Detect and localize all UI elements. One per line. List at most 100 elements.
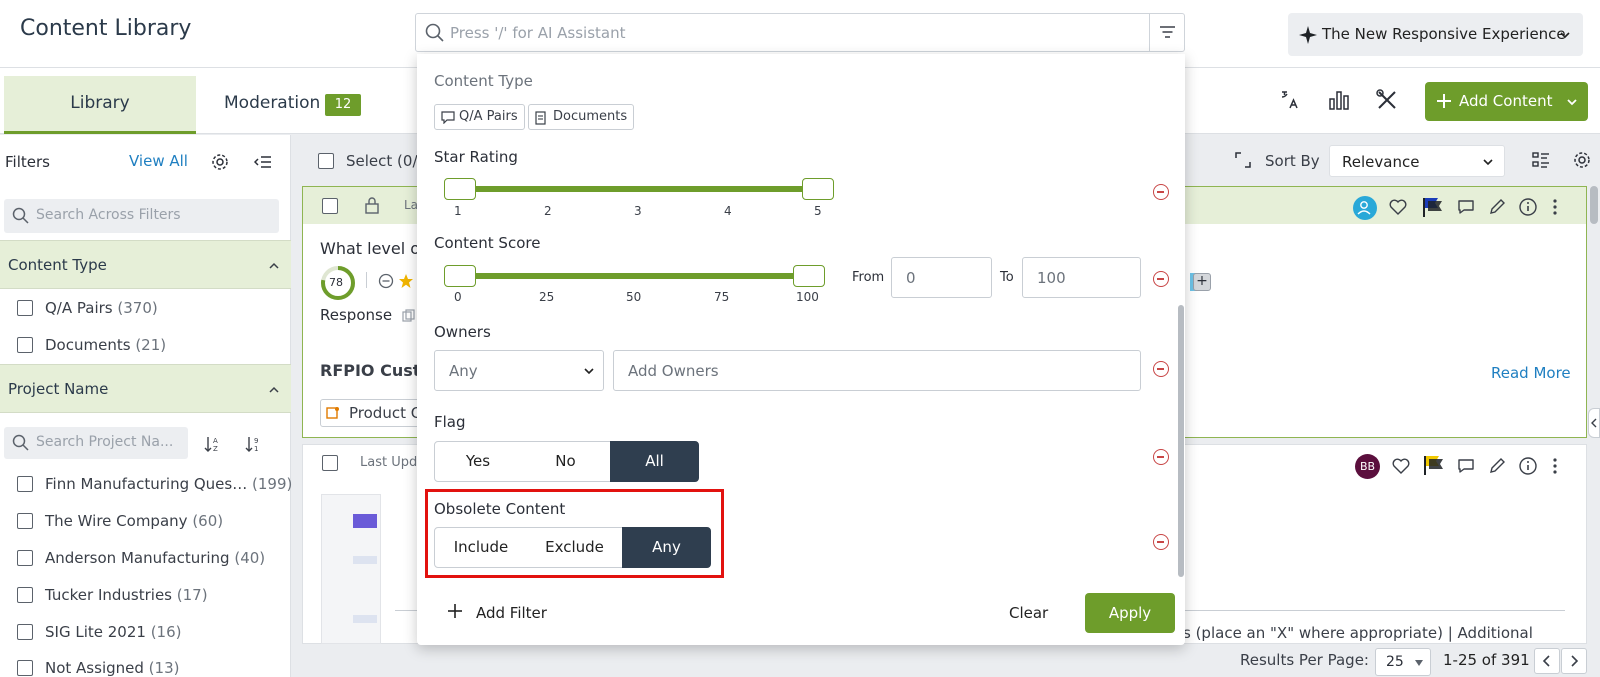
info-icon[interactable] <box>1518 197 1538 217</box>
next-page-button[interactable] <box>1561 648 1587 674</box>
section-title: Content Type <box>8 256 107 274</box>
results-per-page-select[interactable]: 25 <box>1375 648 1431 676</box>
filter-option-qa-pairs[interactable]: Q/A Pairs (370) <box>17 299 158 317</box>
project-option[interactable]: Anderson Manufacturing (40) <box>17 549 265 567</box>
filter-search-input[interactable]: Search Across Filters <box>4 199 279 233</box>
read-more-link[interactable]: Read More <box>1491 364 1571 382</box>
remove-star-rating-icon[interactable] <box>1153 184 1169 200</box>
sort-numeric-icon[interactable]: 91 <box>244 434 264 454</box>
checkbox[interactable] <box>17 550 33 566</box>
remove-owners-icon[interactable] <box>1153 361 1169 377</box>
star-rating-max-handle[interactable] <box>802 178 834 200</box>
checkbox[interactable] <box>17 624 33 640</box>
tab-moderation[interactable]: Moderation <box>224 93 320 113</box>
card-question[interactable]: What level o <box>320 239 420 258</box>
more-vertical-icon[interactable] <box>1545 456 1565 476</box>
avatar[interactable]: BB <box>1355 454 1380 479</box>
view-all-link[interactable]: View All <box>129 152 188 170</box>
project-option[interactable]: Not Assigned (13) <box>17 659 179 677</box>
sort-alpha-icon[interactable]: AZ <box>203 434 223 454</box>
content-type-section-header[interactable]: Content Type <box>0 240 291 289</box>
select-all[interactable]: Select (0/ <box>318 152 418 170</box>
chip-documents[interactable]: Documents <box>528 104 635 130</box>
bar-chart-icon[interactable] <box>1327 88 1351 112</box>
owners-select[interactable]: Any <box>434 350 604 391</box>
prev-page-button[interactable] <box>1534 648 1560 674</box>
project-option[interactable]: SIG Lite 2021 (16) <box>17 623 182 641</box>
translate-icon[interactable] <box>1279 89 1301 111</box>
user-avatar-icon[interactable] <box>1353 196 1377 220</box>
moderation-count-badge: 12 <box>325 94 361 116</box>
from-label: From <box>852 270 885 285</box>
heart-icon[interactable] <box>1388 197 1408 217</box>
collapse-panel-icon[interactable] <box>253 152 273 172</box>
pencil-icon[interactable] <box>1487 456 1507 476</box>
checkbox[interactable] <box>17 513 33 529</box>
more-vertical-icon[interactable] <box>1545 197 1565 217</box>
content-score-max-handle[interactable] <box>793 265 825 287</box>
pencil-icon[interactable] <box>1487 197 1507 217</box>
checkbox[interactable] <box>17 476 33 492</box>
comment-icon[interactable] <box>1456 456 1476 476</box>
remove-obsolete-icon[interactable] <box>1153 534 1169 550</box>
checkbox[interactable] <box>17 587 33 603</box>
card-checkbox[interactable] <box>322 198 338 214</box>
experience-switcher[interactable]: The New Responsive Experience <box>1288 13 1583 56</box>
content-score-min-handle[interactable] <box>444 265 476 287</box>
flag-option-all[interactable]: All <box>610 441 699 482</box>
apply-button[interactable]: Apply <box>1085 593 1175 633</box>
flag-option-no[interactable]: No <box>521 441 611 482</box>
card-tag[interactable]: Product C <box>320 399 430 427</box>
card-checkbox[interactable] <box>322 455 338 471</box>
filter-option-documents[interactable]: Documents (21) <box>17 336 166 354</box>
ai-search-input[interactable]: Press '/' for AI Assistant <box>415 13 1185 52</box>
main-scrollbar[interactable] <box>1590 186 1598 224</box>
project-option[interactable]: The Wire Company (60) <box>17 512 223 530</box>
side-panel-toggle[interactable] <box>1588 408 1600 438</box>
select-all-checkbox[interactable] <box>318 153 334 169</box>
checkbox[interactable] <box>17 337 33 353</box>
plus-icon[interactable] <box>447 603 463 619</box>
heart-icon[interactable] <box>1391 456 1411 476</box>
gear-icon[interactable] <box>1572 150 1592 170</box>
from-input[interactable]: 0 <box>891 257 992 298</box>
chip-qa-pairs[interactable]: Q/A Pairs <box>434 104 525 130</box>
remove-content-score-icon[interactable] <box>1153 271 1169 287</box>
gear-icon[interactable] <box>210 152 230 172</box>
clear-button[interactable]: Clear <box>1009 604 1048 622</box>
star-icon[interactable] <box>398 273 414 289</box>
copy-icon[interactable] <box>402 309 415 322</box>
sort-select[interactable]: Relevance <box>1329 145 1505 177</box>
to-input[interactable]: 100 <box>1022 257 1141 298</box>
expand-icon[interactable] <box>1234 151 1252 169</box>
add-owners-input[interactable]: Add Owners <box>613 350 1141 391</box>
card-last-updated: La <box>404 198 419 212</box>
add-content-button[interactable]: Add Content <box>1425 82 1588 121</box>
list-view-icon[interactable] <box>1531 150 1551 170</box>
add-filter-button[interactable]: Add Filter <box>476 604 547 622</box>
project-option[interactable]: Tucker Industries (17) <box>17 586 208 604</box>
flag-option-yes[interactable]: Yes <box>434 441 522 482</box>
info-icon[interactable] <box>1518 456 1538 476</box>
comment-icon[interactable] <box>1456 197 1476 217</box>
obsolete-option-include[interactable]: Include <box>434 527 528 568</box>
project-option[interactable]: Finn Manufacturing Ques… (199) <box>17 475 292 493</box>
add-tag-button[interactable]: + <box>1193 273 1211 291</box>
flag-icon[interactable] <box>1421 453 1447 477</box>
minus-circle-icon[interactable] <box>378 273 394 289</box>
project-search-input[interactable]: Search Project Na... <box>4 427 188 459</box>
score-tick: 75 <box>714 290 730 304</box>
filter-toggle-button[interactable] <box>1149 14 1184 51</box>
star-rating-track <box>459 186 817 192</box>
flag-icon[interactable] <box>1420 195 1446 219</box>
obsolete-option-any[interactable]: Any <box>622 527 711 568</box>
tab-library[interactable]: Library <box>4 76 196 134</box>
project-name-section-header[interactable]: Project Name <box>0 364 291 413</box>
obsolete-option-exclude[interactable]: Exclude <box>527 527 623 568</box>
dropdown-scrollbar[interactable] <box>1178 305 1184 577</box>
checkbox[interactable] <box>17 660 33 676</box>
checkbox[interactable] <box>17 300 33 316</box>
remove-flag-icon[interactable] <box>1153 449 1169 465</box>
star-rating-min-handle[interactable] <box>444 178 476 200</box>
tools-icon[interactable] <box>1375 88 1399 112</box>
